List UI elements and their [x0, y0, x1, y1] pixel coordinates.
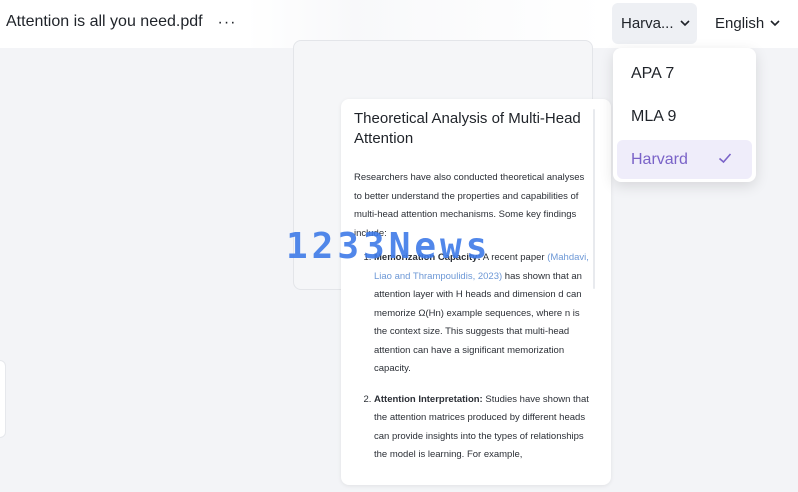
- more-options-button[interactable]: ···: [216, 9, 238, 37]
- language-dropdown[interactable]: English: [708, 3, 794, 44]
- menu-item-mla9[interactable]: MLA 9: [617, 95, 752, 138]
- citation-style-menu: APA 7 MLA 9 Harvard: [613, 48, 756, 182]
- chevron-down-icon: [679, 20, 690, 27]
- language-label: English: [715, 15, 765, 32]
- document-title: Attention is all you need.pdf: [6, 13, 203, 30]
- citation-style-dropdown[interactable]: Harva...: [612, 3, 697, 44]
- summary-card[interactable]: Theoretical Analysis of Multi-Head Atten…: [341, 99, 611, 485]
- findings-list: Memorization Capacity: A recent paper (M…: [354, 249, 594, 465]
- chevron-down-icon: [770, 20, 780, 27]
- list-item: Memorization Capacity: A recent paper (M…: [374, 249, 594, 379]
- item-heading: Memorization Capacity:: [374, 252, 481, 263]
- partial-card: [0, 360, 6, 438]
- list-item: Attention Interpretation: Studies have s…: [374, 391, 594, 465]
- card-title: Theoretical Analysis of Multi-Head Atten…: [354, 110, 581, 147]
- ellipsis-icon: ···: [217, 14, 237, 31]
- card-intro: Researchers have also conducted theoreti…: [354, 172, 585, 239]
- citation-style-label: Harva...: [621, 15, 674, 32]
- item-heading: Attention Interpretation:: [374, 393, 483, 405]
- card-body: Researchers have also conducted theoreti…: [354, 169, 594, 477]
- checkmark-icon: [718, 153, 732, 164]
- menu-item-harvard[interactable]: Harvard: [617, 140, 752, 179]
- menu-item-apa7[interactable]: APA 7: [617, 52, 752, 95]
